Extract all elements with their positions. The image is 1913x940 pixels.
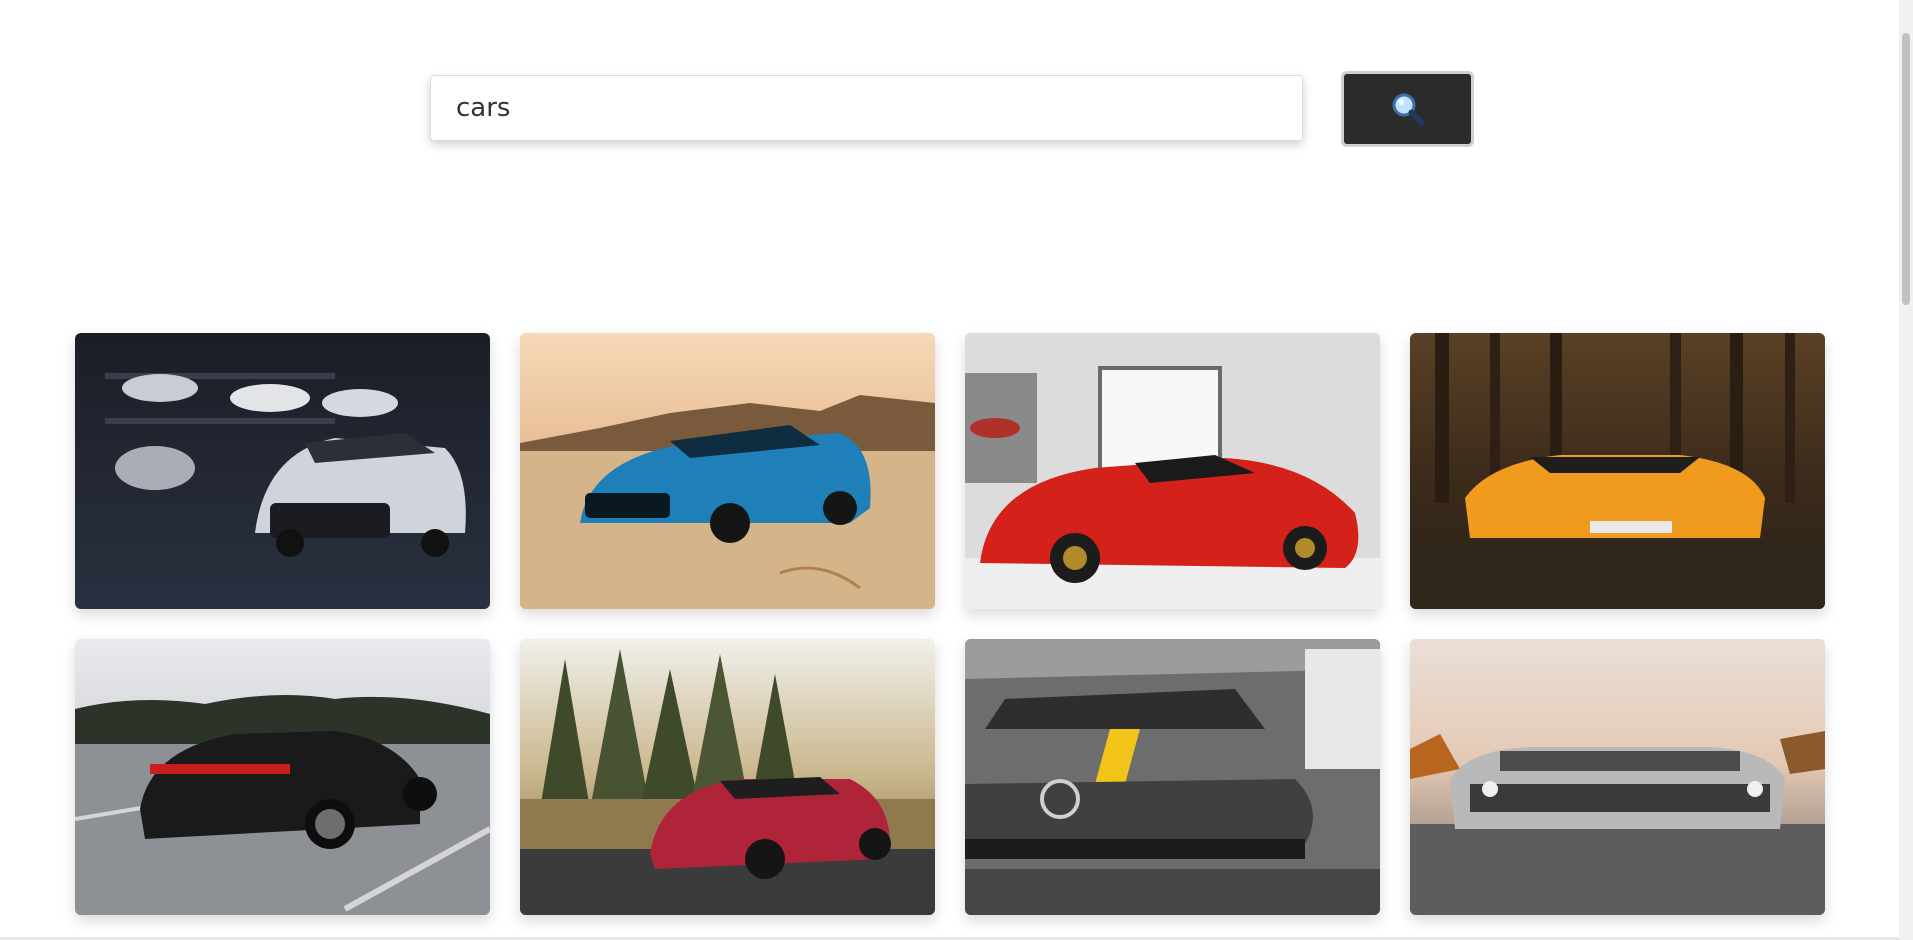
image-result-card[interactable]	[520, 333, 935, 609]
magnifying-glass-icon	[1390, 91, 1426, 127]
scrollbar-thumb[interactable]	[1902, 33, 1910, 305]
image-result-card[interactable]	[1410, 333, 1825, 609]
search-button[interactable]	[1341, 71, 1474, 147]
search-input[interactable]	[430, 75, 1303, 141]
image-result-card[interactable]	[520, 639, 935, 915]
car-photo	[965, 639, 1380, 915]
image-result-card[interactable]	[75, 639, 490, 915]
car-photo	[1410, 333, 1825, 609]
image-result-card[interactable]	[965, 333, 1380, 609]
car-photo	[75, 639, 490, 915]
image-result-card[interactable]	[965, 639, 1380, 915]
car-photo	[520, 333, 935, 609]
car-photo	[1410, 639, 1825, 915]
page	[0, 0, 1913, 940]
image-result-card[interactable]	[75, 333, 490, 609]
car-photo	[75, 333, 490, 609]
image-results-grid	[75, 333, 1825, 915]
car-photo	[520, 639, 935, 915]
image-result-card[interactable]	[1410, 639, 1825, 915]
car-photo	[965, 333, 1380, 609]
vertical-scrollbar[interactable]	[1899, 0, 1913, 940]
